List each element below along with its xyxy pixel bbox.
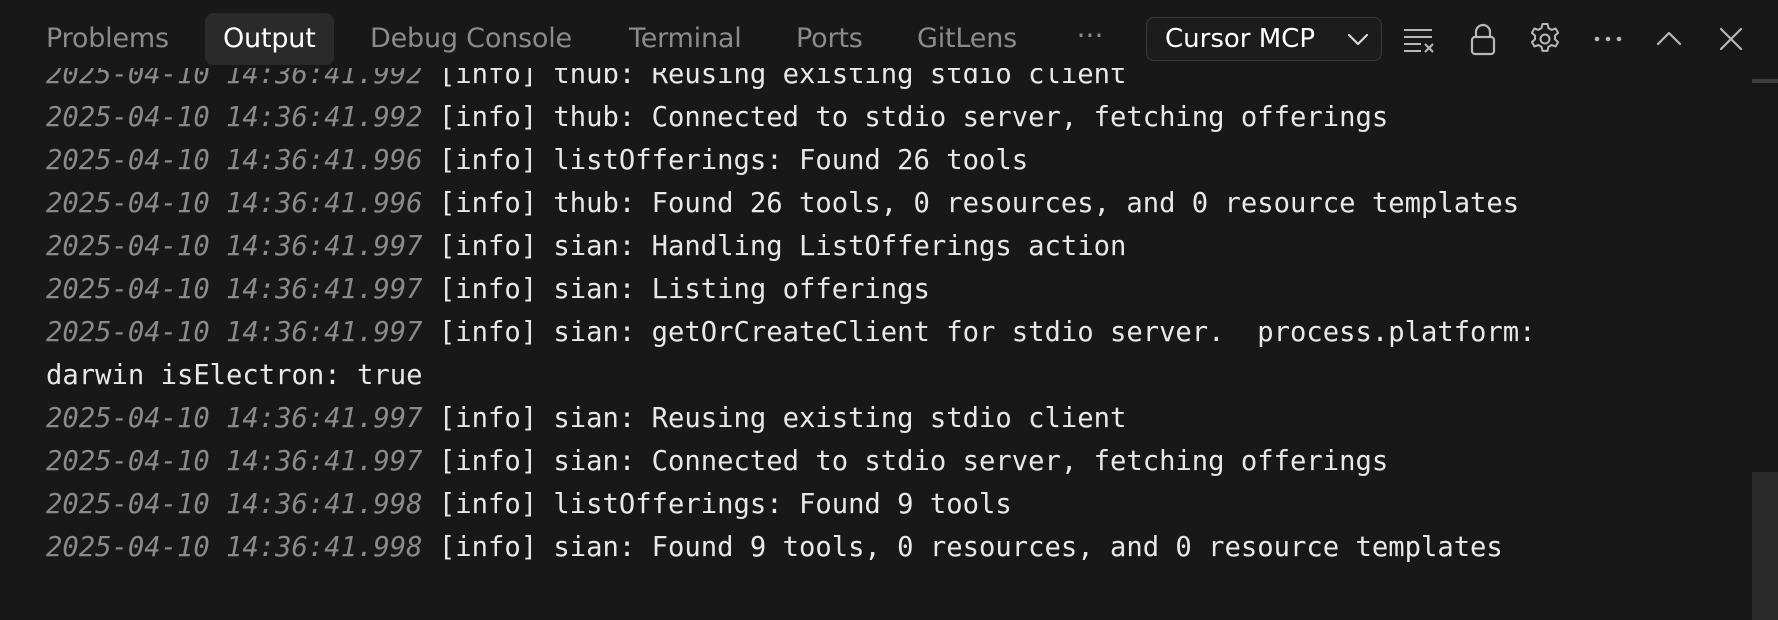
log-message: [info] sian: Listing offerings xyxy=(438,274,930,305)
log-line: 2025-04-10 14:36:41.997 [info] sian: get… xyxy=(46,311,1536,354)
output-channel-label: Cursor MCP xyxy=(1165,24,1315,54)
tab-problems[interactable]: Problems xyxy=(28,13,187,65)
log-line: darwin isElectron: true xyxy=(46,354,1536,397)
tab-terminal[interactable]: Terminal xyxy=(611,13,760,65)
log-line: 2025-04-10 14:36:41.997 [info] sian: Han… xyxy=(46,225,1536,268)
log-message: [info] listOfferings: Found 9 tools xyxy=(438,489,1012,520)
log-message: [info] sian: Handling ListOfferings acti… xyxy=(438,231,1127,262)
log-timestamp: 2025-04-10 14:36:41.998 xyxy=(46,532,423,563)
log-timestamp: 2025-04-10 14:36:41.997 xyxy=(46,231,423,262)
log-timestamp: 2025-04-10 14:36:41.997 xyxy=(46,274,423,305)
log-message: [info] thub: Connected to stdio server, … xyxy=(438,102,1389,133)
log-line: 2025-04-10 14:36:41.998 [info] listOffer… xyxy=(46,483,1536,526)
chevron-down-icon xyxy=(1345,26,1371,52)
output-panel: 2025-04-10 14:36:41.992 [info] thub: Reu… xyxy=(0,0,1778,620)
settings-gear-icon[interactable] xyxy=(1527,21,1563,57)
output-log[interactable]: 2025-04-10 14:36:41.992 [info] thub: Reu… xyxy=(0,60,1752,620)
scrollbar-marker xyxy=(1752,79,1778,83)
log-message: [info] listOfferings: Found 26 tools xyxy=(438,145,1029,176)
log-lines: 2025-04-10 14:36:41.992 [info] thub: Reu… xyxy=(46,60,1536,569)
log-message: [info] sian: Connected to stdio server, … xyxy=(438,446,1389,477)
log-line: 2025-04-10 14:36:41.998 [info] sian: Fou… xyxy=(46,526,1536,569)
log-line: 2025-04-10 14:36:41.992 [info] thub: Con… xyxy=(46,96,1536,139)
log-timestamp: 2025-04-10 14:36:41.997 xyxy=(46,403,423,434)
log-timestamp: 2025-04-10 14:36:41.997 xyxy=(46,446,423,477)
log-timestamp: 2025-04-10 14:36:41.996 xyxy=(46,145,423,176)
log-timestamp: 2025-04-10 14:36:41.998 xyxy=(46,489,423,520)
close-panel-icon[interactable] xyxy=(1713,21,1749,57)
log-message: [info] sian: Reusing existing stdio clie… xyxy=(438,403,1127,434)
log-message: [info] sian: Found 9 tools, 0 resources,… xyxy=(438,532,1503,563)
log-message: [info] thub: Found 26 tools, 0 resources… xyxy=(438,188,1520,219)
tab-ports[interactable]: Ports xyxy=(778,13,881,65)
panel-header: Problems Output Debug Console Terminal P… xyxy=(0,0,1778,78)
log-timestamp: 2025-04-10 14:36:41.997 xyxy=(46,317,423,348)
output-channel-select[interactable]: Cursor MCP xyxy=(1146,17,1382,61)
tab-debug-console[interactable]: Debug Console xyxy=(352,13,590,65)
log-line: 2025-04-10 14:36:41.996 [info] thub: Fou… xyxy=(46,182,1536,225)
log-line: 2025-04-10 14:36:41.997 [info] sian: Reu… xyxy=(46,397,1536,440)
more-actions-icon[interactable] xyxy=(1590,21,1626,57)
log-timestamp: 2025-04-10 14:36:41.996 xyxy=(46,188,423,219)
lock-scroll-icon[interactable] xyxy=(1465,21,1501,57)
more-tabs-icon[interactable]: ··· xyxy=(1070,13,1110,65)
scrollbar-thumb[interactable] xyxy=(1752,472,1778,620)
log-line: 2025-04-10 14:36:41.996 [info] listOffer… xyxy=(46,139,1536,182)
log-message: darwin isElectron: true xyxy=(46,360,423,391)
log-timestamp: 2025-04-10 14:36:41.992 xyxy=(46,102,423,133)
maximize-panel-icon[interactable] xyxy=(1651,21,1687,57)
log-line: 2025-04-10 14:36:41.997 [info] sian: Con… xyxy=(46,440,1536,483)
tab-gitlens[interactable]: GitLens xyxy=(899,13,1035,65)
clear-output-icon[interactable] xyxy=(1401,21,1437,57)
tab-output[interactable]: Output xyxy=(205,13,334,65)
log-message: [info] sian: getOrCreateClient for stdio… xyxy=(438,317,1536,348)
log-line: 2025-04-10 14:36:41.997 [info] sian: Lis… xyxy=(46,268,1536,311)
